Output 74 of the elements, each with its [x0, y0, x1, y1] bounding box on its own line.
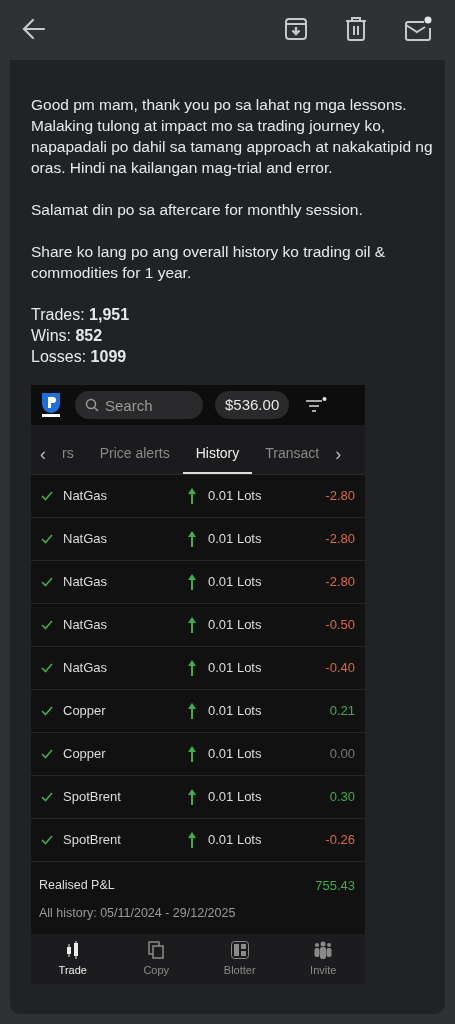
balance-pill[interactable]: $536.00	[215, 391, 290, 419]
tab[interactable]: History	[182, 435, 253, 474]
back-icon[interactable]	[22, 18, 46, 40]
stat-line: Losses: 1099	[31, 347, 128, 367]
up-arrow-icon	[188, 660, 196, 676]
pnl-value: -0.26	[325, 831, 355, 850]
symbol-text: Copper	[63, 702, 107, 721]
mail-icon[interactable]	[405, 16, 433, 42]
up-arrow-icon	[188, 488, 196, 504]
pnl-value: 0.00	[329, 745, 355, 764]
symbol-text: Copper	[63, 745, 107, 764]
volume-text: 0.01 Lots	[208, 573, 262, 592]
tab[interactable]: Transact	[252, 435, 333, 474]
search-field[interactable]: Search	[75, 391, 203, 419]
check-icon	[41, 835, 53, 845]
symbol-text: NatGas	[63, 487, 109, 506]
realised-pnl-value: 755.43	[315, 877, 355, 895]
history-range-text: All history: 05/11/2024 - 29/12/2025	[39, 904, 237, 922]
symbol-text: NatGas	[63, 530, 109, 549]
volume-text: 0.01 Lots	[208, 702, 262, 721]
check-icon	[41, 663, 53, 673]
volume-text: 0.01 Lots	[208, 487, 262, 506]
pnl-value: -2.80	[325, 530, 355, 549]
symbol-text: SpotBrent	[63, 788, 122, 807]
message-paragraph: Good pm mam, thank you po sa lahat ng mga lessons. Malaking tulong at impact mo sa trading journey ko, napapadali po dahil sa tamang approach at nakakatipid ng oras. Hindi na kailangan mag-trial and error.	[31, 95, 434, 178]
pnl-value: 0.30	[329, 788, 355, 807]
message-paragraph: Share ko lang po ang overall history ko trading oil & commodities for 1 year.	[31, 242, 387, 283]
nav-item[interactable]: Trade	[31, 934, 115, 985]
pnl-value: -0.40	[325, 659, 355, 678]
symbol-text: NatGas	[63, 659, 109, 678]
tab[interactable]: Price alerts	[86, 435, 183, 474]
nav-item[interactable]: Blotter	[198, 934, 282, 985]
symbol-text: SpotBrent	[63, 831, 122, 850]
message-paragraph: Salamat din po sa aftercare for monthly session.	[31, 200, 364, 220]
pnl-value: 0.21	[329, 702, 355, 721]
pnl-value: -0.50	[325, 616, 355, 635]
candlestick-icon	[64, 940, 81, 959]
volume-text: 0.01 Lots	[208, 788, 262, 807]
realised-pnl-label: Realised P&L	[39, 877, 115, 895]
volume-text: 0.01 Lots	[208, 831, 262, 850]
check-icon	[41, 577, 53, 587]
dashboard-icon	[230, 940, 249, 959]
up-arrow-icon	[188, 789, 196, 805]
trash-icon[interactable]	[345, 17, 367, 41]
up-arrow-icon	[188, 574, 196, 590]
nav-item[interactable]: Copy	[114, 934, 198, 985]
check-icon	[41, 620, 53, 630]
check-icon	[41, 706, 53, 716]
volume-text: 0.01 Lots	[208, 659, 262, 678]
filter-icon[interactable]	[305, 397, 328, 413]
logo-icon	[39, 392, 63, 418]
up-arrow-icon	[188, 617, 196, 633]
symbol-text: NatGas	[63, 573, 109, 592]
pnl-value: -2.80	[325, 573, 355, 592]
check-icon	[41, 534, 53, 544]
up-arrow-icon	[188, 746, 196, 762]
people-icon	[313, 940, 334, 959]
nav-item[interactable]: Invite	[281, 934, 365, 985]
volume-text: 0.01 Lots	[208, 745, 262, 764]
pnl-value: -2.80	[325, 487, 355, 506]
check-icon	[41, 749, 53, 759]
volume-text: 0.01 Lots	[208, 616, 262, 635]
copy-icon	[148, 940, 165, 959]
check-icon	[41, 491, 53, 501]
tab[interactable]: rs	[49, 435, 87, 474]
check-icon	[41, 792, 53, 802]
symbol-text: NatGas	[63, 616, 109, 635]
up-arrow-icon	[188, 832, 196, 848]
up-arrow-icon	[188, 703, 196, 719]
stat-line: Wins: 852	[31, 326, 104, 346]
volume-text: 0.01 Lots	[208, 530, 262, 549]
up-arrow-icon	[188, 531, 196, 547]
archive-icon[interactable]	[284, 17, 308, 41]
stat-line: Trades: 1,951	[31, 305, 131, 325]
